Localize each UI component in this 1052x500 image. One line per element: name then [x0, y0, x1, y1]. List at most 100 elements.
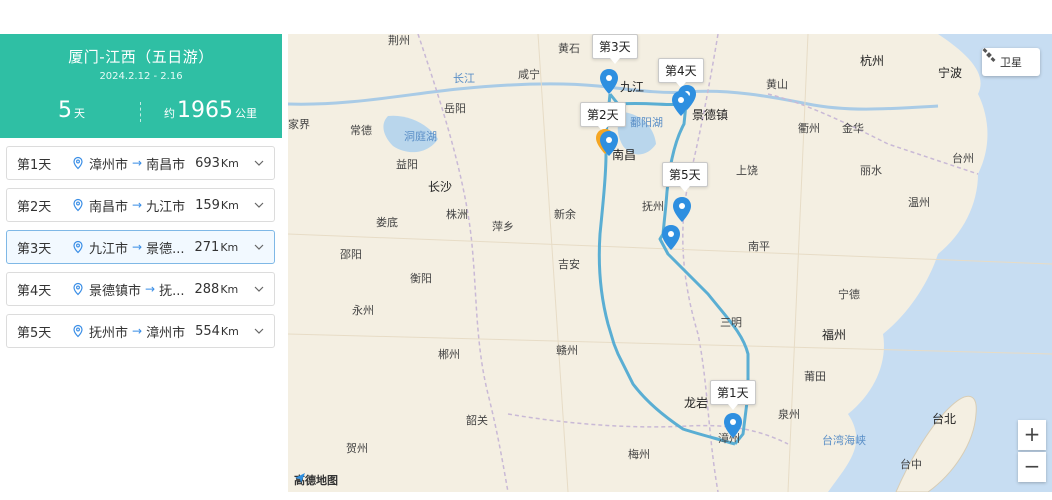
location-pin-icon: [73, 156, 83, 170]
day-distance-unit: Km: [220, 282, 239, 296]
map-marker-icon[interactable]: [670, 90, 692, 118]
day-label: 第4天: [17, 283, 52, 299]
satellite-label: 卫星: [1000, 56, 1022, 69]
chevron-down-icon[interactable]: [254, 158, 264, 168]
map-label: 常德: [350, 124, 372, 137]
trip-title: 厦门-江西（五日游）: [68, 48, 214, 66]
days-unit: 天: [74, 107, 85, 120]
day-label: 第3天: [17, 241, 52, 257]
arrow-right-icon: →: [145, 282, 156, 296]
trip-days-stat: 5天: [58, 98, 85, 123]
day-5-callout[interactable]: 第5天: [662, 162, 708, 192]
map-label: 台中: [900, 458, 922, 471]
trip-date-range: 2024.2.12 - 2.16: [99, 71, 183, 82]
map-label: 台北: [932, 412, 957, 426]
day-from: 景德镇市: [89, 283, 142, 299]
map-marker-icon[interactable]: [598, 130, 620, 158]
chevron-down-icon[interactable]: [254, 284, 264, 294]
day-to: 九江市: [146, 199, 186, 215]
day-3-callout[interactable]: 第3天: [592, 34, 638, 64]
arrow-right-icon: →: [132, 240, 143, 254]
arrow-right-icon: →: [132, 198, 143, 212]
trip-header: 厦门-江西（五日游） 2024.2.12 - 2.16 5天 约1965 公里: [0, 34, 282, 138]
map-label: 莆田: [804, 370, 826, 383]
day-to: 南昌市: [146, 157, 186, 173]
zoom-in-button[interactable]: +: [1018, 420, 1046, 450]
day-item-5[interactable]: 第5天 抚州市 → 漳州市 554Km: [6, 314, 275, 348]
map-label: 新余: [554, 208, 576, 221]
map-label: 南平: [748, 240, 770, 253]
day-distance-value: 271: [194, 239, 220, 255]
day-from: 漳州市: [89, 157, 129, 173]
day-1-callout[interactable]: 第1天: [710, 380, 756, 410]
day-distance-unit: Km: [220, 240, 239, 254]
map-view[interactable]: 荆州 黄石 咸宁 长江 岳阳 九江 黄山 杭州 宁波 家界 常德 洞庭湖 鄱阳湖…: [288, 34, 1052, 492]
map-label: 株洲: [446, 208, 468, 221]
location-pin-icon: [73, 282, 83, 296]
map-label: 萍乡: [492, 220, 514, 233]
map-label: 宁波: [938, 66, 963, 80]
day-distance-unit: Km: [220, 324, 239, 338]
chevron-down-icon[interactable]: [254, 326, 264, 336]
day-item-3[interactable]: 第3天 九江市 → 景德... 271Km: [6, 230, 275, 264]
map-marker-icon[interactable]: [660, 224, 682, 252]
map-label: 长沙: [428, 180, 453, 194]
chevron-down-icon[interactable]: [254, 200, 264, 210]
day-item-4[interactable]: 第4天 景德镇市 → 抚... 288Km: [6, 272, 275, 306]
map-label: 梅州: [628, 448, 650, 461]
day-distance-unit: Km: [220, 156, 239, 170]
map-label: 家界: [288, 118, 310, 131]
day-4-callout[interactable]: 第4天: [658, 58, 704, 88]
day-to: 漳州市: [146, 325, 186, 341]
zoom-out-button[interactable]: −: [1018, 452, 1046, 482]
day-distance-value: 288: [194, 281, 220, 297]
stats-divider: [140, 102, 141, 122]
day-distance-value: 159: [195, 197, 220, 213]
day-distance-unit: Km: [220, 198, 239, 212]
arrow-right-icon: →: [132, 324, 143, 338]
day-from: 九江市: [89, 241, 129, 257]
day-from: 南昌市: [89, 199, 129, 215]
map-label: 龙岩: [684, 396, 709, 410]
map-marker-icon[interactable]: [722, 412, 744, 440]
map-label: 三明: [720, 316, 742, 329]
location-pin-icon: [73, 198, 83, 212]
day-list: 第1天 漳州市 → 南昌市 693Km 第2天 南昌市 → 九江市 159Km …: [0, 138, 282, 348]
day-distance-value: 554: [195, 323, 220, 339]
trip-panel: 厦门-江西（五日游） 2024.2.12 - 2.16 5天 约1965 公里 第…: [0, 34, 282, 500]
day-distance: 288Km: [194, 282, 238, 297]
map-label: 贺州: [346, 442, 368, 455]
chevron-down-icon[interactable]: [254, 242, 264, 252]
map-label: 宁德: [838, 288, 860, 301]
map-marker-icon[interactable]: [598, 68, 620, 96]
map-label: 永州: [352, 304, 374, 317]
map-label: 娄底: [376, 216, 398, 229]
map-marker-icon[interactable]: [671, 196, 693, 224]
map-label: 洞庭湖: [404, 130, 437, 143]
map-label: 岳阳: [444, 102, 466, 115]
map-label: 抚州: [642, 200, 664, 213]
map-label: 台州: [952, 152, 974, 165]
day-distance: 554Km: [195, 324, 239, 339]
map-label: 长江: [453, 72, 475, 85]
location-pin-icon: [73, 240, 83, 254]
satellite-toggle-button[interactable]: 卫星: [982, 48, 1040, 76]
satellite-icon: [982, 48, 996, 62]
day-distance: 693Km: [195, 156, 239, 171]
arrow-right-icon: →: [132, 156, 143, 170]
map-label: 郴州: [438, 348, 460, 361]
map-label: 吉安: [558, 258, 580, 271]
map-label: 福州: [822, 328, 847, 342]
day-label: 第1天: [17, 157, 52, 173]
distance-prefix: 约: [164, 107, 175, 120]
day-item-2[interactable]: 第2天 南昌市 → 九江市 159Km: [6, 188, 275, 222]
day-distance: 271Km: [194, 240, 238, 255]
day-label: 第2天: [17, 199, 52, 215]
day-distance-value: 693: [195, 155, 220, 171]
map-label: 上饶: [736, 164, 758, 177]
day-item-1[interactable]: 第1天 漳州市 → 南昌市 693Km: [6, 146, 275, 180]
map-label: 黄石: [558, 42, 580, 55]
day-2-callout[interactable]: 第2天: [580, 102, 626, 132]
trip-stats: 5天 约1965 公里: [0, 98, 282, 128]
map-label: 邵阳: [340, 248, 362, 261]
